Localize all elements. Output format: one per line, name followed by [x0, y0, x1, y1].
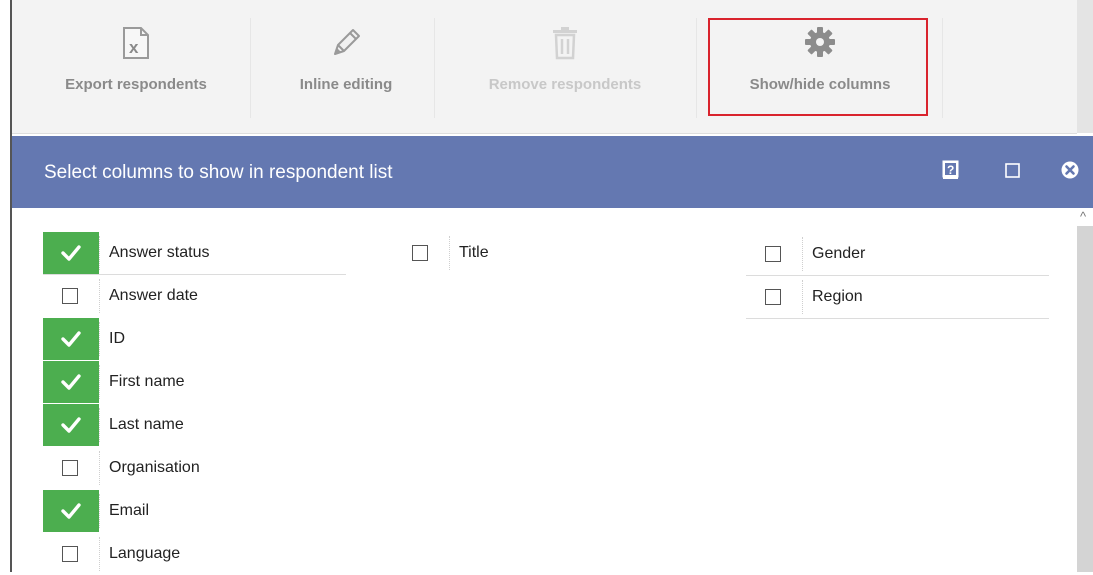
- excel-export-icon: x: [121, 26, 151, 64]
- checkmark-icon: [60, 243, 82, 268]
- close-icon[interactable]: [1060, 160, 1080, 180]
- column-option-id[interactable]: ID: [43, 318, 346, 360]
- column-checkbox[interactable]: [43, 361, 99, 403]
- checkbox-box: [62, 460, 78, 476]
- chevron-up-icon: ^: [1080, 209, 1087, 224]
- window-margin: [0, 0, 10, 572]
- inline-editing-label: Inline editing: [299, 76, 393, 93]
- remove-respondents-button[interactable]: Remove respondents: [460, 0, 670, 133]
- column-checkbox[interactable]: [746, 276, 802, 318]
- row-divider: [99, 537, 100, 571]
- export-respondents-button[interactable]: x Export respondents: [26, 0, 246, 133]
- column-option-email[interactable]: Email: [43, 490, 346, 532]
- row-divider: [99, 408, 100, 442]
- column-option-label: ID: [109, 330, 125, 347]
- column-option-answer-status[interactable]: Answer status: [43, 232, 346, 275]
- column-option-label: First name: [109, 373, 185, 390]
- column-checkbox[interactable]: [393, 232, 449, 274]
- column-checkbox[interactable]: [43, 232, 99, 274]
- checkbox-box: [62, 288, 78, 304]
- checkmark-icon: [60, 372, 82, 397]
- column-option-gender[interactable]: Gender: [746, 233, 1049, 276]
- help-icon[interactable]: ?: [941, 160, 961, 180]
- column-option-label: Answer status: [109, 244, 210, 261]
- row-divider: [449, 236, 450, 270]
- column-option-label: Region: [812, 288, 863, 305]
- checkbox-box: [765, 246, 781, 262]
- toolbar-right-edge: [1077, 0, 1093, 133]
- highlight-box: [708, 18, 928, 116]
- column-option-answer-date[interactable]: Answer date: [43, 275, 346, 317]
- toolbar-separator: [250, 18, 251, 118]
- row-divider: [99, 279, 100, 313]
- dialog-title: Select columns to show in respondent lis…: [44, 162, 393, 183]
- toolbar-separator: [696, 18, 697, 118]
- column-checkbox[interactable]: [43, 275, 99, 317]
- row-divider: [99, 451, 100, 485]
- column-option-organisation[interactable]: Organisation: [43, 447, 346, 489]
- dialog-header: Select columns to show in respondent lis…: [12, 136, 1093, 208]
- column-option-label: Language: [109, 545, 181, 562]
- svg-text:?: ?: [947, 163, 954, 177]
- column-option-first-name[interactable]: First name: [43, 361, 346, 403]
- column-option-label: Email: [109, 502, 150, 519]
- inline-editing-button[interactable]: Inline editing: [256, 0, 436, 133]
- row-divider: [99, 494, 100, 528]
- row-divider: [99, 236, 100, 270]
- checkmark-icon: [60, 329, 82, 354]
- column-option-label: Answer date: [109, 287, 198, 304]
- toolbar-separator: [434, 18, 435, 118]
- row-divider: [99, 322, 100, 356]
- column-checkbox[interactable]: [43, 533, 99, 575]
- checkbox-box: [412, 245, 428, 261]
- column-checkbox[interactable]: [43, 318, 99, 360]
- column-checkbox[interactable]: [43, 404, 99, 446]
- remove-respondents-label: Remove respondents: [488, 76, 642, 93]
- scroll-up-button[interactable]: ^: [1077, 208, 1093, 226]
- checkbox-box: [62, 546, 78, 562]
- export-respondents-label: Export respondents: [65, 76, 207, 93]
- column-checkbox[interactable]: [43, 447, 99, 489]
- toolbar-separator: [942, 18, 943, 118]
- column-checkbox[interactable]: [43, 490, 99, 532]
- column-option-region[interactable]: Region: [746, 276, 1049, 319]
- column-checkbox[interactable]: [746, 233, 802, 275]
- svg-text:x: x: [129, 38, 139, 57]
- maximize-icon[interactable]: [1003, 160, 1023, 180]
- row-divider: [802, 280, 803, 314]
- column-option-label: Gender: [812, 245, 866, 262]
- column-option-label: Organisation: [109, 459, 200, 476]
- row-divider: [802, 237, 803, 271]
- pencil-icon: [329, 26, 363, 64]
- column-option-title[interactable]: Title: [393, 232, 693, 274]
- checkbox-box: [765, 289, 781, 305]
- vertical-scrollbar[interactable]: [1077, 208, 1093, 572]
- checkmark-icon: [60, 415, 82, 440]
- column-option-label: Title: [459, 244, 489, 261]
- column-option-label: Last name: [109, 416, 184, 433]
- column-option-language[interactable]: Language: [43, 533, 346, 575]
- trash-icon: [551, 26, 579, 64]
- row-divider: [99, 365, 100, 399]
- checkmark-icon: [60, 501, 82, 526]
- column-option-last-name[interactable]: Last name: [43, 404, 346, 446]
